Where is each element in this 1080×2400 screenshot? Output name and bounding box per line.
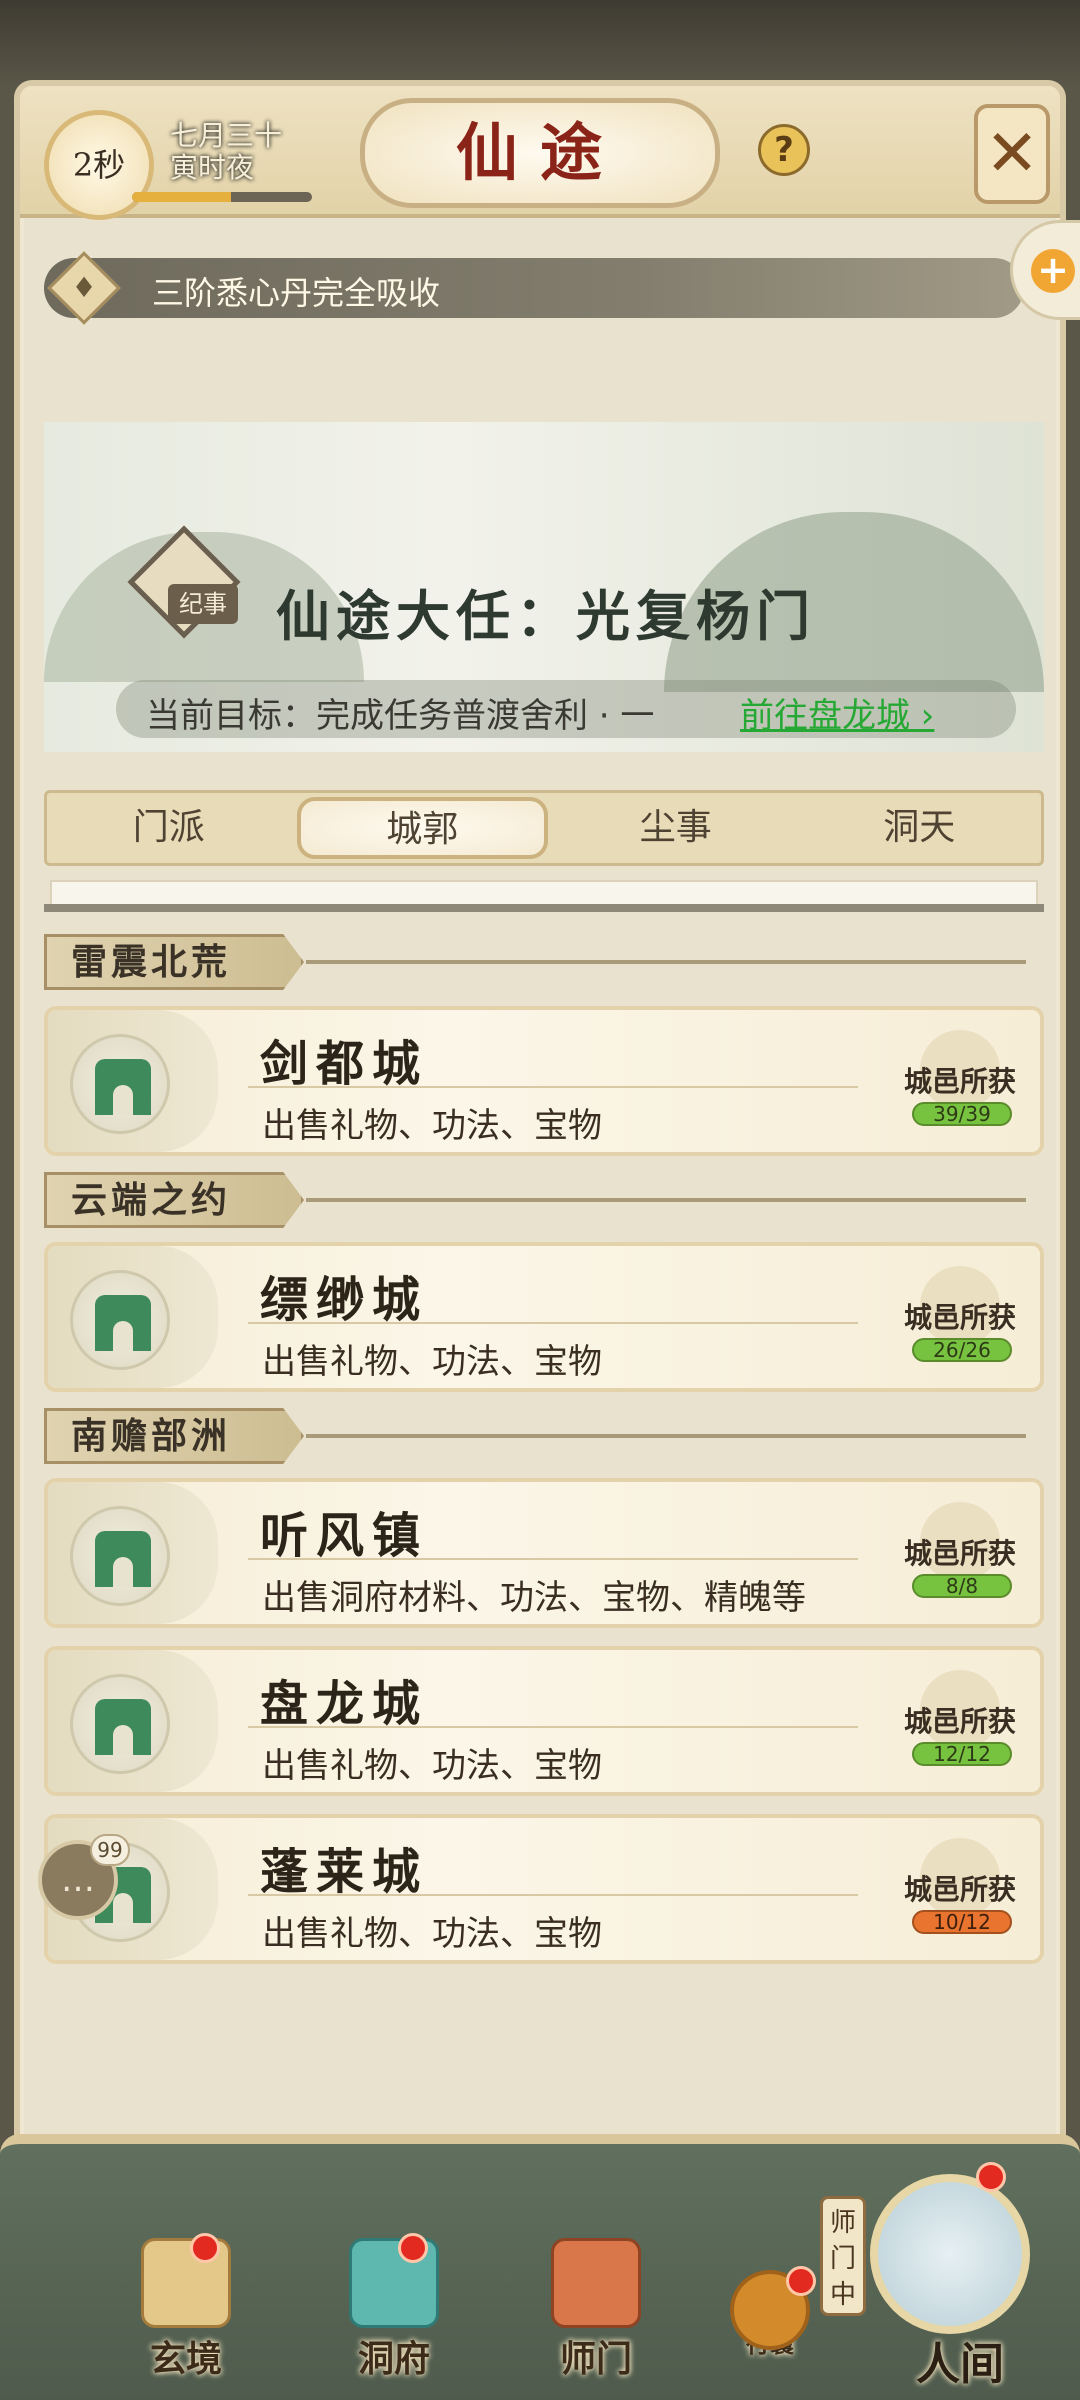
timer-badge: 2秒 <box>44 110 154 220</box>
bag-icon <box>730 2266 816 2350</box>
gate-icon <box>70 1506 170 1606</box>
gain-label: 城邑所获 <box>903 1065 1016 1098</box>
date-line2: 寅时夜 <box>170 151 255 184</box>
city-gain: 城邑所获 12/12 <box>890 1670 1030 1780</box>
divider <box>306 960 1026 964</box>
tab-sect[interactable]: 门派 <box>47 793 291 863</box>
plus-icon: + <box>1031 249 1075 293</box>
divider <box>44 904 1044 912</box>
region-label: 雷震北荒 <box>44 934 304 990</box>
page-title: 仙途 <box>360 98 720 208</box>
city-gain: 城邑所获 10/12 <box>890 1838 1030 1948</box>
notification-dot <box>976 2162 1006 2192</box>
gain-count: 8/8 <box>912 1574 1012 1598</box>
region-label: 南赡部洲 <box>44 1408 304 1464</box>
divider <box>248 1558 858 1560</box>
city-name: 剑都城 <box>260 1036 429 1092</box>
city-name: 缥缈城 <box>260 1272 429 1328</box>
banner-icon <box>551 2238 641 2328</box>
city-desc: 出售洞府材料、功法、宝物、精魄等 <box>262 1578 806 1618</box>
city-desc: 出售礼物、功法、宝物 <box>262 1342 602 1382</box>
quest-title: 仙途大任：光复杨门 <box>276 584 816 648</box>
time-progress-bar <box>132 192 312 202</box>
tab-strip <box>50 880 1038 906</box>
status-strip <box>0 0 1080 86</box>
chat-count-badge: 99 <box>90 1834 130 1866</box>
gain-count: 12/12 <box>912 1742 1012 1766</box>
gain-count: 26/26 <box>912 1338 1012 1362</box>
city-icon-background <box>48 1246 218 1388</box>
notification-dot <box>398 2233 428 2263</box>
quest-goal-text: 当前目标：完成任务普渡舍利 · 一 <box>146 696 655 736</box>
notice-bar: ♦ 三阶悉心丹完全吸收 <box>44 251 1024 325</box>
city-name: 听风镇 <box>260 1508 429 1564</box>
gate-icon <box>70 1034 170 1134</box>
city-icon-background <box>48 1650 218 1792</box>
goto-link[interactable]: 前往盘龙城 › <box>740 688 934 737</box>
region-header: 南赡部洲 <box>44 1408 1044 1464</box>
landscape-icon <box>870 2174 1030 2334</box>
nav-label: 玄境 <box>149 2338 222 2380</box>
bell-icon: ♦ <box>47 251 121 325</box>
divider <box>306 1434 1026 1438</box>
divider <box>306 1198 1026 1202</box>
chronicle-badge: 纪事 <box>168 584 238 624</box>
city-row[interactable]: 剑都城 出售礼物、功法、宝物 城邑所获 39/39 <box>44 1006 1044 1156</box>
bag-button[interactable]: 行囊 <box>720 2266 820 2380</box>
gain-count: 10/12 <box>912 1910 1012 1934</box>
gate-icon <box>70 1270 170 1370</box>
city-name: 蓬莱城 <box>260 1844 429 1900</box>
scroll-icon <box>141 2233 231 2328</box>
city-desc: 出售礼物、功法、宝物 <box>262 1914 602 1954</box>
quest-banner[interactable]: 纪事 仙途大任：光复杨门 当前目标：完成任务普渡舍利 · 一 前往盘龙城 › <box>44 422 1044 752</box>
time-progress-fill <box>132 192 231 202</box>
region-label: 云端之约 <box>44 1172 304 1228</box>
city-gain: 城邑所获 8/8 <box>890 1502 1030 1612</box>
tab-cave[interactable]: 洞天 <box>798 793 1042 863</box>
city-gain: 城邑所获 39/39 <box>890 1030 1030 1140</box>
city-desc: 出售礼物、功法、宝物 <box>262 1106 602 1146</box>
city-name: 盘龙城 <box>260 1676 429 1732</box>
divider <box>248 1086 858 1088</box>
nav-label: 洞府 <box>357 2338 430 2380</box>
nav-label: 师门 <box>559 2338 632 2380</box>
city-icon-background <box>48 1482 218 1624</box>
world-button[interactable]: 人间 <box>860 2162 1070 2400</box>
tab-worldly[interactable]: 尘事 <box>554 793 798 863</box>
quest-goal-bar: 当前目标：完成任务普渡舍利 · 一 前往盘龙城 › <box>116 680 1016 738</box>
city-icon-background <box>48 1010 218 1152</box>
main-panel: 2秒 七月三十 寅时夜 仙途 ? ✕ ♦ 三阶悉心丹完全吸收 纪事 仙途大任：光… <box>14 80 1066 2400</box>
gain-label: 城邑所获 <box>903 1537 1016 1570</box>
city-row[interactable]: 蓬莱城 出售礼物、功法、宝物 城邑所获 10/12 <box>44 1814 1044 1964</box>
tab-city[interactable]: 城郭 <box>296 797 548 859</box>
nav-xuanjing[interactable]: 玄境 <box>126 2233 246 2380</box>
divider <box>248 1726 858 1728</box>
city-desc: 出售礼物、功法、宝物 <box>262 1746 602 1786</box>
gain-label: 城邑所获 <box>903 1705 1016 1738</box>
nav-shimen[interactable]: 师门 <box>536 2238 656 2380</box>
notification-dot <box>190 2233 220 2263</box>
region-header: 云端之约 <box>44 1172 1044 1228</box>
close-icon[interactable]: ✕ <box>974 104 1050 204</box>
goto-link-label: 前往盘龙城 <box>740 696 910 736</box>
nav-dongfu[interactable]: 洞府 <box>334 2233 454 2380</box>
divider <box>248 1322 858 1324</box>
notification-dot <box>786 2266 816 2296</box>
question-icon[interactable]: ? <box>758 124 810 176</box>
world-label: 人间 <box>916 2339 1004 2390</box>
gate-icon <box>70 1674 170 1774</box>
divider <box>248 1894 858 1896</box>
gain-label: 城邑所获 <box>903 1873 1016 1906</box>
lantern-icon <box>349 2233 439 2328</box>
gain-count: 39/39 <box>912 1102 1012 1126</box>
tab-bar: 门派 城郭 尘事 洞天 <box>44 790 1044 866</box>
gain-label: 城邑所获 <box>903 1301 1016 1334</box>
city-row[interactable]: 缥缈城 出售礼物、功法、宝物 城邑所获 26/26 <box>44 1242 1044 1392</box>
city-gain: 城邑所获 26/26 <box>890 1266 1030 1376</box>
notice-text: 三阶悉心丹完全吸收 <box>152 274 441 312</box>
header: 2秒 七月三十 寅时夜 仙途 ? ✕ <box>20 86 1060 220</box>
region-header: 雷震北荒 <box>44 934 1044 990</box>
city-row[interactable]: 听风镇 出售洞府材料、功法、宝物、精魄等 城邑所获 8/8 <box>44 1478 1044 1628</box>
city-row[interactable]: 盘龙城 出售礼物、功法、宝物 城邑所获 12/12 <box>44 1646 1044 1796</box>
